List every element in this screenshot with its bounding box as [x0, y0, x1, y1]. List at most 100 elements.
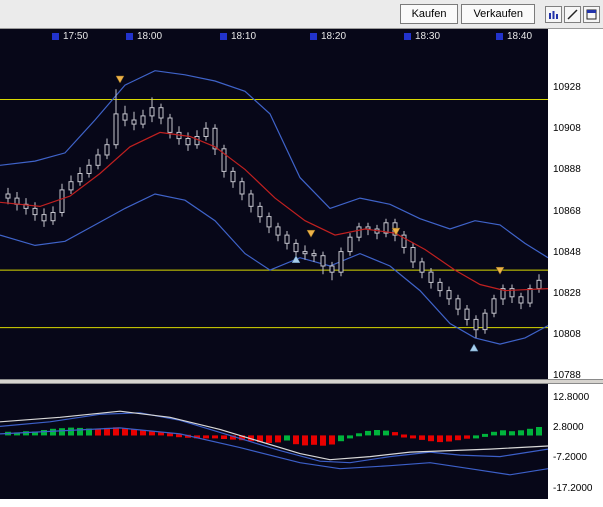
candle-body [348, 237, 352, 251]
time-label: 18:40 [507, 31, 532, 42]
histogram-bar [419, 435, 425, 440]
histogram-bar [131, 429, 137, 435]
price-axis-label: 10808 [553, 329, 581, 340]
histogram-bar [293, 435, 299, 444]
candle-body [537, 280, 541, 288]
histogram-bar [392, 432, 398, 435]
candle-body [150, 108, 154, 116]
moving-average-line [0, 132, 548, 290]
histogram-bar [527, 429, 533, 436]
histogram-bar [122, 428, 128, 435]
candle-body [429, 272, 433, 282]
buy-button[interactable]: Kaufen [400, 4, 459, 24]
time-axis-row: 17:5018:0018:1018:2018:3018:40 [0, 29, 603, 44]
candle-body [357, 227, 361, 237]
histogram-bar [212, 435, 218, 438]
candle-body [456, 299, 460, 309]
candle-body [186, 139, 190, 145]
histogram-bar [482, 434, 488, 437]
chart-style-button[interactable] [545, 6, 562, 23]
price-axis-label: 10788 [553, 370, 581, 381]
time-tick: 17:50 [52, 31, 88, 42]
histogram-bar [365, 431, 371, 436]
indicator-axis-label: 2.8000 [553, 422, 584, 433]
buy-signal-icon [292, 256, 300, 263]
histogram-bar [41, 430, 47, 435]
time-label: 18:30 [415, 31, 440, 42]
price-axis-label: 10888 [553, 164, 581, 175]
main-chart-canvas[interactable] [0, 44, 548, 379]
histogram-bar [203, 435, 209, 438]
sell-signal-icon [116, 76, 124, 83]
histogram-bar [428, 435, 434, 441]
sell-button[interactable]: Verkaufen [461, 4, 535, 24]
candle-body [492, 299, 496, 313]
histogram-bar [473, 435, 479, 438]
window-layout-button[interactable] [583, 6, 600, 23]
candle-body [420, 262, 424, 272]
time-tick: 18:40 [496, 31, 532, 42]
candle-body [114, 114, 118, 145]
histogram-bar [59, 428, 65, 435]
candle-body [231, 171, 235, 181]
histogram-bar [311, 435, 317, 444]
candle-body [267, 217, 271, 227]
upper-bollinger-line [0, 71, 548, 258]
indicator-row: 12.80002.8000-7.2000-17.2000 [0, 384, 603, 499]
interval-marker-icon [52, 33, 59, 40]
interval-marker-icon [310, 33, 317, 40]
histogram-bar [464, 435, 470, 438]
histogram-bar [266, 435, 272, 443]
candle-body [69, 182, 73, 190]
candle-body [330, 266, 334, 272]
histogram-bar [77, 428, 83, 436]
candle-body [447, 291, 451, 299]
candle-body [285, 235, 289, 243]
candle-body [105, 145, 109, 155]
indicator-canvas[interactable] [0, 384, 548, 499]
chart-toolbar-icons [543, 6, 600, 23]
histogram-bar [509, 431, 515, 435]
histogram-bar [95, 429, 101, 436]
candle-body [168, 118, 172, 132]
time-tick: 18:10 [220, 31, 256, 42]
candle-body [249, 194, 253, 206]
histogram-bar [500, 430, 506, 435]
line-tool-button[interactable] [564, 6, 581, 23]
candle-body [528, 289, 532, 303]
interval-marker-icon [404, 33, 411, 40]
histogram-bar [491, 432, 497, 436]
indicator-axis[interactable]: 12.80002.8000-7.2000-17.2000 [548, 384, 603, 499]
candle-body [204, 128, 208, 136]
candle-body [303, 252, 307, 254]
price-axis-label: 10848 [553, 247, 581, 258]
price-axis-label: 10908 [553, 123, 581, 134]
histogram-bar [158, 432, 164, 435]
trendline-icon [567, 9, 578, 20]
indicator-axis-label: 12.8000 [553, 392, 589, 403]
time-tick: 18:00 [126, 31, 162, 42]
interval-marker-icon [220, 33, 227, 40]
histogram-bar [275, 435, 281, 442]
trading-chart-window: Kaufen Verkaufen [0, 0, 603, 507]
bar-chart-icon [548, 9, 559, 20]
histogram-bar [167, 433, 173, 436]
main-chart-row: 1092810908108881086810848108281080810788 [0, 44, 603, 379]
sell-signal-icon [496, 267, 504, 274]
price-axis[interactable]: 1092810908108881086810848108281080810788 [548, 44, 603, 379]
price-axis-label: 10868 [553, 206, 581, 217]
candle-body [42, 215, 46, 221]
candle-body [123, 114, 127, 120]
histogram-bar [221, 435, 227, 439]
candle-body [96, 155, 100, 165]
histogram-bar [338, 435, 344, 441]
candle-body [141, 116, 145, 124]
candle-body [474, 319, 478, 329]
histogram-bar [401, 435, 407, 438]
interval-marker-icon [496, 33, 503, 40]
candle-body [132, 120, 136, 124]
time-axis[interactable]: 17:5018:0018:1018:2018:3018:40 [0, 29, 548, 44]
candle-body [276, 227, 280, 235]
window-icon [586, 9, 597, 20]
price-axis-label: 10828 [553, 288, 581, 299]
